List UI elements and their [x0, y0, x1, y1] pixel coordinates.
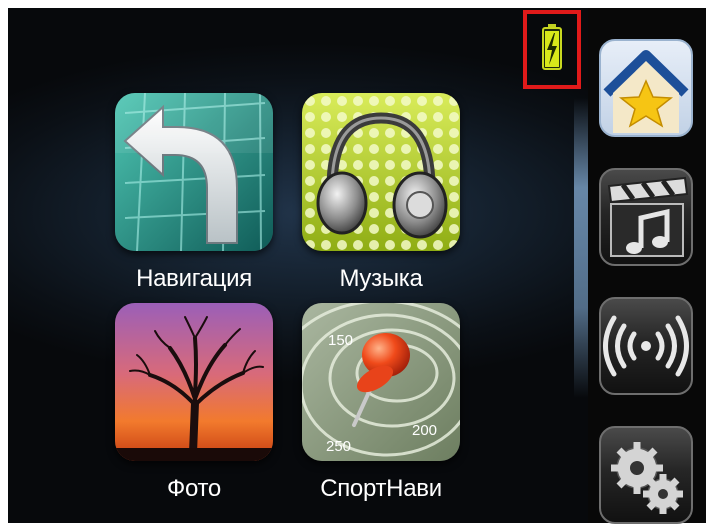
home-star-icon [603, 50, 689, 133]
sportnavi-app-tile[interactable]: 150 200 250 [302, 303, 460, 461]
battery-highlight-box [523, 10, 581, 89]
media-button[interactable] [599, 168, 693, 266]
wireless-button[interactable] [599, 297, 693, 395]
navigation-app-label[interactable]: Навигация [94, 265, 294, 293]
music-app-label[interactable]: Музыка [281, 265, 481, 293]
divider-glow [574, 98, 588, 398]
wireless-signal-icon [603, 315, 689, 377]
contour-label-150: 150 [328, 332, 353, 349]
contour-label-200: 200 [412, 422, 437, 439]
device-screen: Навигация Музыка Фото 150 200 250 СпортН… [0, 0, 706, 530]
music-app-tile[interactable] [302, 93, 460, 251]
main-menu-area: Навигация Музыка Фото 150 200 250 СпортН… [8, 8, 588, 523]
clapper-music-icon [607, 176, 689, 257]
navigation-turn-arrow-icon [115, 93, 273, 251]
battery-charging-icon[interactable] [542, 24, 562, 70]
sportnavi-app-label[interactable]: СпортНави [281, 475, 481, 503]
home-button[interactable] [599, 39, 693, 137]
photo-app-label[interactable]: Фото [94, 475, 294, 503]
tree-sunset-photo-icon [115, 303, 273, 461]
headphones-icon [302, 93, 460, 251]
navigation-app-tile[interactable] [115, 93, 273, 251]
photo-app-tile[interactable] [115, 303, 273, 461]
pushpin-contour-map-icon: 150 200 250 [302, 303, 460, 461]
gears-settings-icon [611, 442, 683, 514]
contour-label-250: 250 [326, 438, 351, 455]
right-sidebar [588, 8, 706, 524]
settings-button[interactable] [599, 426, 693, 524]
